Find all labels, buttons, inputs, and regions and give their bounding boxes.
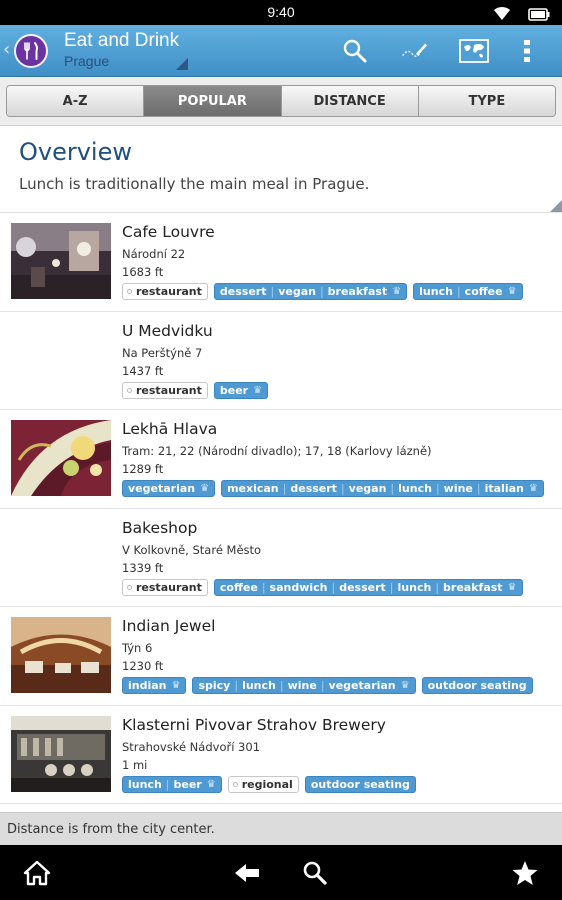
crown-icon: ♛ [392,286,402,297]
listing-name: U Medvidku [122,321,213,340]
overview-section[interactable]: Overview Lunch is traditionally the main… [0,126,562,213]
home-icon[interactable] [22,859,52,887]
listing-distance: 1230 ft [122,659,164,673]
listing-name: Bakeshop [122,518,198,537]
listing-list: Cafe Louvre Národní 22 1683 ft restauran… [0,213,562,804]
overview-title: Overview [19,138,132,166]
tag-group[interactable]: lunch | coffee ♛ [413,283,523,300]
tag-group[interactable]: outdoor seating [304,775,416,793]
distance-note-text: Distance is from the city center. [7,822,215,837]
listing-address: Strahovské Nádvoří 301 [122,739,261,754]
crown-icon: ♛ [528,483,538,494]
listing-address: Týn 6 [122,641,153,655]
tag-group[interactable]: mexican | dessert | vegan | lunch | wine | italian… [221,480,544,497]
edit-icon[interactable] [400,37,428,65]
search-icon[interactable] [300,859,330,887]
tag-group[interactable]: spicy | lunch | wine | vegetarian ♛ [192,677,416,694]
city-spinner[interactable]: Prague [64,53,109,69]
overflow-menu-icon[interactable] [519,37,535,65]
listing-address: Národní 22 [122,247,186,261]
battery-icon [528,6,550,25]
tag-restaurant[interactable]: restaurant [122,283,208,300]
listing-name: Klasterni Pivovar Strahov Brewery [122,715,386,734]
status-time: 9:40 [267,4,295,20]
tab-distance[interactable]: DISTANCE [281,86,419,116]
listing-address: Na Perštýně 7 [122,345,203,360]
tag-group[interactable]: coffee | sandwich | dessert | lunch | breakfast ♛ [213,578,523,596]
list-item[interactable]: U Medvidku Na Perštýně 7 1437 ft restaur… [0,311,562,410]
crown-icon: ♛ [253,384,263,396]
crown-icon: ♛ [507,581,517,593]
listing-name: Cafe Louvre [122,223,215,241]
listing-distance: 1437 ft [122,363,164,378]
crown-icon: ♛ [507,286,517,297]
screen-title: Eat and Drink [64,30,180,51]
spinner-triangle-icon[interactable] [176,58,188,70]
status-bar: 9:40 [0,0,562,25]
eat-drink-app-icon[interactable] [14,34,48,68]
fork-knife-icon [24,42,38,60]
bottom-nav-bar [0,845,562,900]
list-item[interactable]: Lekhā Hlava Tram: 21, 22 (Národní divadl… [0,410,562,509]
listing-photo [11,420,111,496]
listing-name: Indian Jewel [122,617,216,635]
up-chevron-icon[interactable]: ‹ [3,39,10,60]
overview-text: Lunch is traditionally the main meal in … [19,175,370,193]
list-item[interactable]: Indian Jewel Týn 6 1230 ft indian ♛ spicy… [0,607,562,706]
list-item[interactable]: Bakeshop V Kolkovně, Staré Město 1339 ft… [0,508,562,607]
crown-icon: ♛ [400,680,410,691]
tag-restaurant[interactable]: restaurant [122,381,208,399]
listing-address: V Kolkovně, Staré Město [122,542,262,557]
expand-corner-icon[interactable] [550,200,562,212]
tab-a-z[interactable]: A-Z [7,86,145,116]
tag-group[interactable]: outdoor seating [421,677,533,694]
tab-type[interactable]: TYPE [418,86,555,116]
tag-group[interactable]: dessert | vegan | breakfast ♛ [213,283,408,300]
search-icon[interactable] [341,37,369,65]
listing-distance: 1 mi [122,757,148,772]
list-item[interactable]: Cafe Louvre Národní 22 1683 ft restauran… [0,213,562,312]
listing-distance: 1289 ft [122,462,164,476]
list-item[interactable]: Klasterni Pivovar Strahov Brewery Straho… [0,705,562,804]
favorites-star-icon[interactable] [510,859,540,887]
tag-group[interactable]: indian ♛ [122,677,187,694]
listing-photo [11,223,111,299]
tab-popular[interactable]: POPULAR [144,86,282,116]
sort-tab-bar: A-Z POPULAR DISTANCE TYPE [0,77,562,126]
listing-distance: 1683 ft [122,265,164,279]
tag-regional[interactable]: regional [227,775,299,793]
map-icon[interactable] [458,37,490,65]
listing-name: Lekhā Hlava [122,420,218,438]
crown-icon: ♛ [171,680,181,691]
listing-address: Tram: 21, 22 (Národní divadlo); 17, 18 (… [122,444,432,458]
listing-photo [11,617,111,693]
wifi-icon [492,5,512,25]
tag-restaurant[interactable]: restaurant [122,578,208,596]
back-icon[interactable] [232,859,262,887]
listing-photo [11,715,111,792]
action-bar: ‹ Eat and Drink Prague [0,25,562,77]
distance-note: Distance is from the city center. [0,812,562,845]
listing-distance: 1339 ft [122,560,164,575]
tag-group[interactable]: lunch | beer ♛ [122,775,222,793]
crown-icon: ♛ [206,778,216,790]
tag-group[interactable]: vegetarian ♛ [122,480,216,497]
crown-icon: ♛ [200,483,210,494]
tag-group[interactable]: beer ♛ [213,381,269,399]
